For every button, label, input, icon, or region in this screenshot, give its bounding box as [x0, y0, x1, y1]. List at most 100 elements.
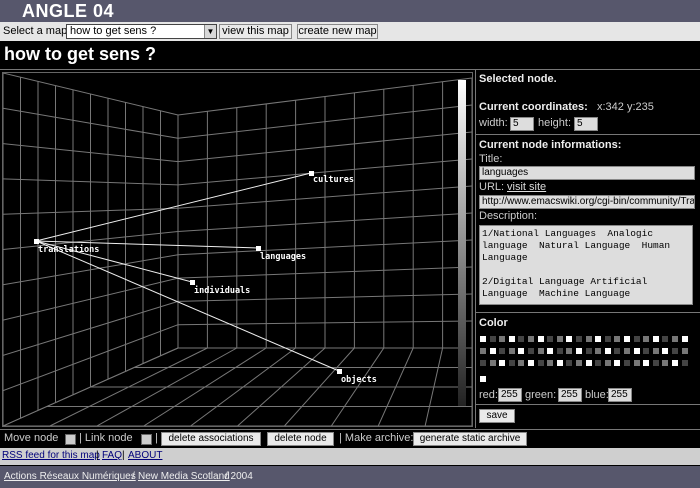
- color-swatch[interactable]: [624, 336, 630, 342]
- depth-slider[interactable]: [458, 80, 466, 406]
- color-swatch[interactable]: [566, 360, 573, 366]
- color-swatch[interactable]: [547, 336, 554, 342]
- color-swatch[interactable]: [624, 348, 630, 354]
- color-swatch[interactable]: [480, 360, 486, 366]
- view-map-button[interactable]: view this map: [219, 24, 292, 39]
- color-swatch[interactable]: [595, 348, 602, 354]
- color-swatch[interactable]: [566, 348, 573, 354]
- width-input[interactable]: 5: [510, 117, 534, 131]
- link-node-checkbox[interactable]: [141, 434, 152, 445]
- color-swatch[interactable]: [518, 336, 525, 342]
- color-swatch[interactable]: [489, 348, 496, 354]
- delete-associations-button[interactable]: delete associations: [161, 432, 261, 446]
- color-swatch[interactable]: [681, 360, 688, 366]
- delete-node-button[interactable]: delete node: [267, 432, 334, 446]
- color-swatch[interactable]: [681, 336, 688, 342]
- footer-link-nms[interactable]: New Media Scotland: [138, 471, 230, 482]
- color-swatch[interactable]: [633, 360, 640, 366]
- green-input[interactable]: 255: [558, 388, 582, 402]
- color-swatch[interactable]: [672, 336, 678, 342]
- color-swatch[interactable]: [652, 360, 659, 366]
- title-input[interactable]: languages: [479, 166, 695, 180]
- rss-feed-link[interactable]: RSS feed for this map: [2, 450, 100, 461]
- color-swatch[interactable]: [537, 336, 544, 342]
- blue-input[interactable]: 255: [608, 388, 632, 402]
- map-node-label[interactable]: languages: [260, 252, 306, 262]
- red-input[interactable]: 255: [498, 388, 522, 402]
- color-swatch[interactable]: [672, 360, 678, 366]
- visit-site-link[interactable]: visit site: [507, 181, 546, 193]
- color-swatch[interactable]: [528, 348, 534, 354]
- color-swatch[interactable]: [499, 348, 506, 354]
- map-select[interactable]: how to get sens ? ▼: [66, 24, 217, 39]
- color-swatch[interactable]: [624, 360, 630, 366]
- color-swatch[interactable]: [508, 360, 515, 366]
- chevron-down-icon[interactable]: ▼: [204, 25, 216, 38]
- color-swatch[interactable]: [576, 348, 582, 354]
- map-node[interactable]: [190, 280, 195, 285]
- color-swatch[interactable]: [499, 336, 506, 342]
- color-swatch[interactable]: [518, 348, 525, 354]
- color-swatch[interactable]: [681, 348, 688, 354]
- color-swatch[interactable]: [633, 348, 640, 354]
- color-swatch[interactable]: [480, 336, 486, 342]
- generate-archive-button[interactable]: generate static archive: [413, 432, 527, 446]
- save-button[interactable]: save: [479, 409, 515, 423]
- color-swatch[interactable]: [489, 360, 496, 366]
- color-swatch[interactable]: [508, 336, 515, 342]
- color-swatch[interactable]: [556, 336, 563, 342]
- color-swatch[interactable]: [576, 336, 582, 342]
- color-swatch[interactable]: [604, 360, 611, 366]
- color-swatch[interactable]: [528, 336, 534, 342]
- faq-link[interactable]: FAQ: [102, 450, 122, 461]
- map-node-label[interactable]: individuals: [194, 286, 250, 296]
- color-swatch[interactable]: [547, 348, 554, 354]
- color-swatch[interactable]: [556, 348, 563, 354]
- create-map-button[interactable]: create new map: [297, 24, 378, 39]
- color-swatch[interactable]: [652, 336, 659, 342]
- color-swatch[interactable]: [662, 360, 669, 366]
- color-swatch[interactable]: [662, 336, 669, 342]
- color-swatch[interactable]: [604, 348, 611, 354]
- map-node[interactable]: [337, 369, 342, 374]
- height-input[interactable]: 5: [574, 117, 598, 131]
- color-swatch[interactable]: [537, 360, 544, 366]
- color-swatch[interactable]: [547, 360, 554, 366]
- color-swatch[interactable]: [508, 348, 515, 354]
- color-swatch[interactable]: [643, 360, 650, 366]
- color-swatch[interactable]: [499, 360, 506, 366]
- color-swatch[interactable]: [604, 336, 611, 342]
- move-node-checkbox[interactable]: [65, 434, 76, 445]
- color-swatch[interactable]: [614, 348, 621, 354]
- color-swatch[interactable]: [556, 360, 563, 366]
- description-textarea[interactable]: 1/National Languages Analogic language N…: [479, 225, 693, 305]
- color-swatch[interactable]: [566, 336, 573, 342]
- color-swatch[interactable]: [662, 348, 669, 354]
- map-node-label[interactable]: objects: [341, 375, 377, 385]
- about-link[interactable]: ABOUT: [128, 450, 162, 461]
- color-swatch[interactable]: [528, 360, 534, 366]
- url-input[interactable]: http://www.emacswiki.org/cgi-bin/communi…: [479, 195, 695, 209]
- color-swatch-selected[interactable]: [480, 376, 486, 382]
- map-node-label[interactable]: cultures: [313, 175, 354, 185]
- color-swatch[interactable]: [595, 336, 602, 342]
- color-swatch[interactable]: [585, 348, 592, 354]
- color-swatch[interactable]: [576, 360, 582, 366]
- color-swatch[interactable]: [614, 336, 621, 342]
- color-swatch[interactable]: [537, 348, 544, 354]
- map-node[interactable]: [34, 239, 39, 244]
- footer-link-arn[interactable]: Actions Réseaux Numériques: [4, 471, 136, 482]
- color-swatch[interactable]: [643, 336, 650, 342]
- map-node-label[interactable]: translations: [38, 245, 99, 255]
- color-swatch[interactable]: [614, 360, 621, 366]
- color-swatch[interactable]: [585, 360, 592, 366]
- color-swatch[interactable]: [643, 348, 650, 354]
- color-swatch[interactable]: [489, 336, 496, 342]
- color-swatch[interactable]: [595, 360, 602, 366]
- color-swatch[interactable]: [652, 348, 659, 354]
- color-swatch[interactable]: [672, 348, 678, 354]
- map-node[interactable]: [256, 246, 261, 251]
- color-swatch[interactable]: [480, 348, 486, 354]
- color-swatch[interactable]: [585, 336, 592, 342]
- color-swatch[interactable]: [633, 336, 640, 342]
